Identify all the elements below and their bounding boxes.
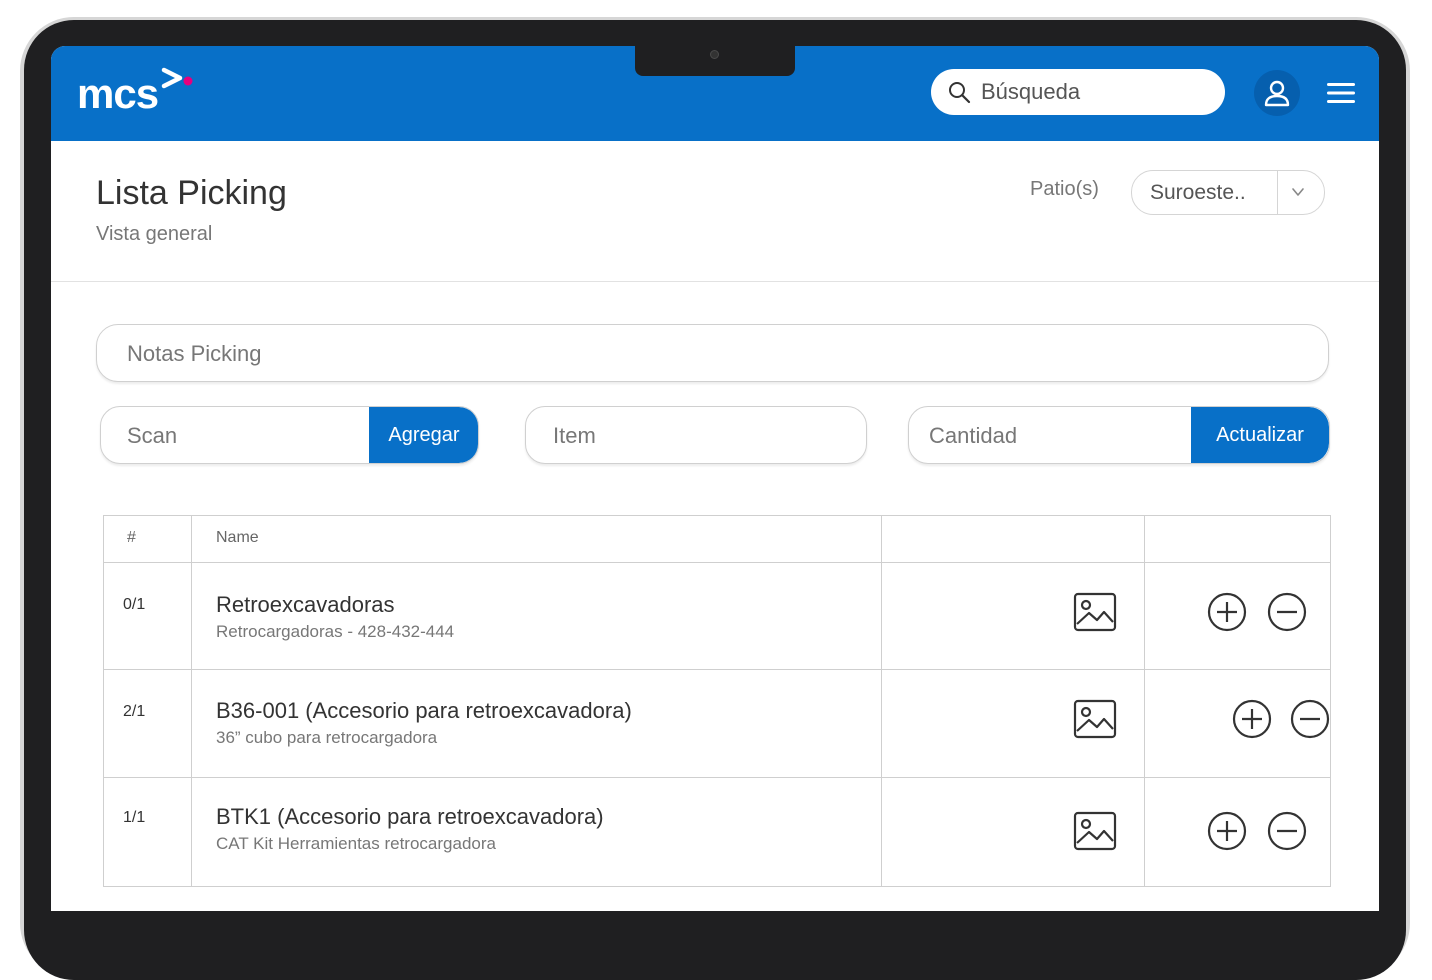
search-bar[interactable] xyxy=(931,69,1225,115)
quantity-input[interactable] xyxy=(927,407,1181,463)
row-item-description: 36” cubo para retrocargadora xyxy=(216,728,438,747)
plus-circle-icon[interactable] xyxy=(1232,699,1272,739)
plus-circle-icon[interactable] xyxy=(1207,811,1247,851)
update-button[interactable]: Actualizar xyxy=(1191,407,1329,463)
item-field[interactable] xyxy=(525,406,867,465)
notes-input[interactable] xyxy=(125,325,1309,383)
camera-icon xyxy=(710,50,719,59)
table-col-divider xyxy=(881,516,882,886)
page-subtitle: Vista general xyxy=(96,223,213,245)
dropdown-divider xyxy=(1277,171,1278,214)
table-row-divider xyxy=(104,777,1330,778)
plus-circle-icon[interactable] xyxy=(1207,592,1247,632)
image-icon[interactable] xyxy=(1073,811,1117,851)
menu-icon[interactable] xyxy=(1327,81,1355,105)
picking-table: # Name 0/1 Retroexcavadoras Retrocargado… xyxy=(103,515,1331,887)
column-header-number: # xyxy=(127,529,136,546)
header-divider xyxy=(51,281,1379,282)
item-input[interactable] xyxy=(551,407,855,465)
scan-field[interactable]: Agregar xyxy=(100,406,479,464)
app-screen: mcs Lista Picking Vista genera xyxy=(51,46,1379,911)
search-icon xyxy=(949,82,971,104)
brand-logo[interactable]: mcs xyxy=(77,67,194,120)
add-button[interactable]: Agregar xyxy=(369,407,478,463)
row-item-name: B36-001 (Accesorio para retroexcavadora) xyxy=(216,698,632,723)
page-title: Lista Picking xyxy=(96,174,287,212)
table-col-divider xyxy=(191,516,192,886)
patio-selected-value: Suroeste.. xyxy=(1150,181,1246,204)
row-count: 0/1 xyxy=(123,596,146,613)
user-icon xyxy=(1264,80,1290,107)
scan-input[interactable] xyxy=(125,407,359,463)
image-icon[interactable] xyxy=(1073,592,1117,632)
row-item-name: BTK1 (Accesorio para retroexcavadora) xyxy=(216,804,604,829)
column-header-name: Name xyxy=(216,529,259,546)
brand-chevron-icon xyxy=(161,67,193,89)
notes-field[interactable] xyxy=(96,324,1329,383)
minus-circle-icon[interactable] xyxy=(1290,699,1330,739)
brand-logo-text: mcs xyxy=(77,70,159,117)
table-col-divider xyxy=(1144,516,1145,886)
table-row-divider xyxy=(104,669,1330,670)
row-item-name: Retroexcavadoras xyxy=(216,592,395,617)
patio-dropdown[interactable]: Suroeste.. xyxy=(1131,170,1325,215)
row-item-description: CAT Kit Herramientas retrocargadora xyxy=(216,834,496,853)
minus-circle-icon[interactable] xyxy=(1267,592,1307,632)
row-count: 2/1 xyxy=(123,703,146,720)
row-count: 1/1 xyxy=(123,809,146,826)
row-item-description: Retrocargadoras - 428-432-444 xyxy=(216,622,455,641)
user-avatar-button[interactable] xyxy=(1254,70,1300,116)
search-input[interactable] xyxy=(979,78,1203,106)
patio-label: Patio(s) xyxy=(1030,178,1099,200)
quantity-field[interactable]: Actualizar xyxy=(908,406,1330,464)
image-icon[interactable] xyxy=(1073,699,1117,739)
chevron-down-icon[interactable] xyxy=(1291,185,1305,199)
table-row-divider xyxy=(104,562,1330,563)
minus-circle-icon[interactable] xyxy=(1267,811,1307,851)
camera-notch xyxy=(635,46,795,76)
